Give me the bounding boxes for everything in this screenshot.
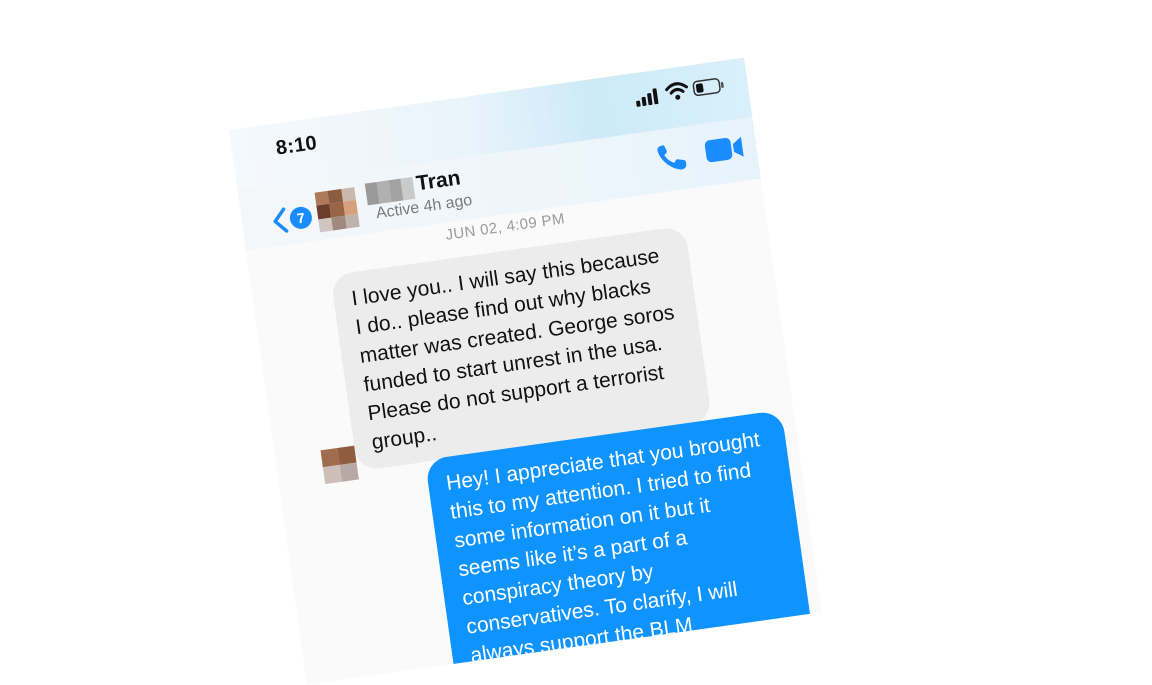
messenger-screen: 8:10 7 Tran Active 4h ago JUN 02, 4:09 P…	[229, 57, 822, 685]
back-button[interactable]: 7	[270, 201, 320, 237]
outgoing-message[interactable]: Hey! I appreciate that you brought this …	[424, 409, 815, 685]
signal-icon	[636, 88, 659, 107]
chevron-left-icon	[273, 207, 289, 233]
unread-count-badge: 7	[288, 205, 314, 231]
sender-avatar	[320, 445, 359, 485]
phone-icon[interactable]	[653, 138, 691, 176]
avatar[interactable]	[314, 187, 360, 233]
battery-icon	[692, 78, 724, 97]
wifi-icon	[665, 82, 688, 100]
status-time: 8:10	[274, 132, 319, 160]
video-camera-icon[interactable]	[703, 133, 747, 166]
